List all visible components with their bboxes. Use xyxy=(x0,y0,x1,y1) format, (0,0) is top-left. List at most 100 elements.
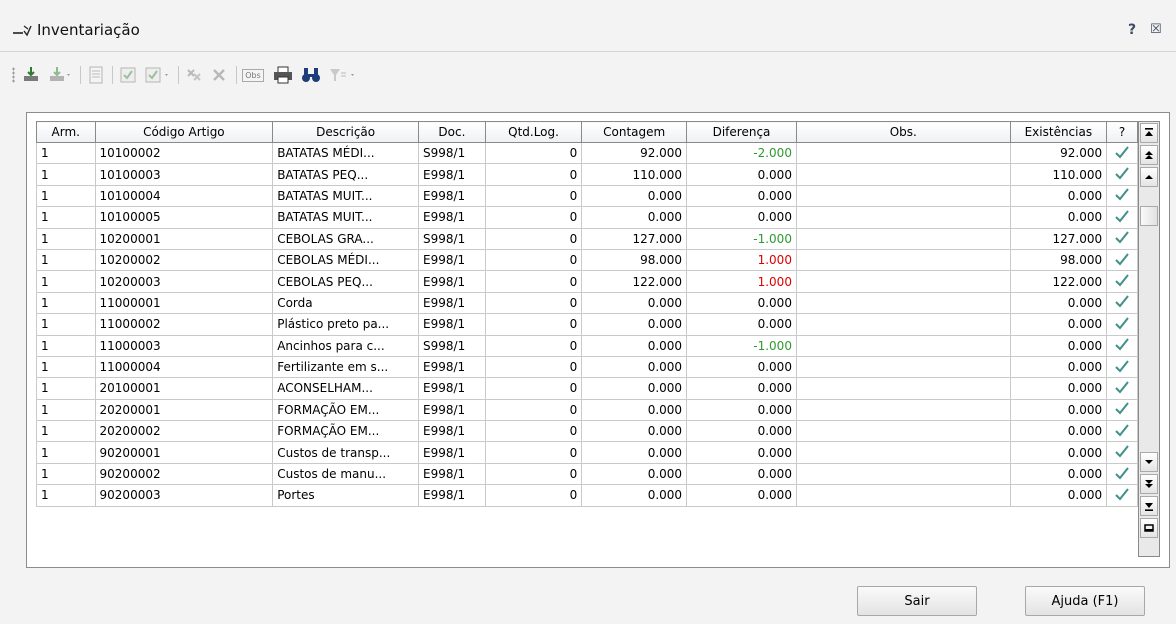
scroll-thumb[interactable] xyxy=(1140,206,1158,226)
cell-obs[interactable] xyxy=(795,141,1011,165)
cell-arm[interactable]: 1 xyxy=(36,420,96,443)
cell-contagem[interactable]: 0.000 xyxy=(581,355,688,379)
cell-diferenca[interactable]: 0.000 xyxy=(686,206,797,229)
cell-obs[interactable] xyxy=(795,184,1011,208)
toolbar-grip[interactable] xyxy=(12,67,15,83)
cell-status[interactable] xyxy=(1106,462,1138,486)
cell-doc[interactable]: S998/1 xyxy=(418,141,486,165)
last-page-icon[interactable] xyxy=(1140,496,1158,516)
find-icon[interactable] xyxy=(298,63,324,87)
cell-doc[interactable]: E998/1 xyxy=(418,163,486,186)
cell-obs[interactable] xyxy=(795,248,1011,272)
cell-diferenca[interactable]: 0.000 xyxy=(686,420,797,443)
cell-arm[interactable]: 1 xyxy=(36,163,96,186)
cell-status[interactable] xyxy=(1106,355,1138,379)
cell-contagem[interactable]: 110.000 xyxy=(581,163,688,186)
cell-qtd-log[interactable]: 0 xyxy=(484,377,583,400)
col-header-status[interactable]: ? xyxy=(1106,121,1138,143)
col-header-obs[interactable]: Obs. xyxy=(795,121,1011,143)
cell-doc[interactable]: E998/1 xyxy=(418,184,486,208)
check-list-dropdown-icon[interactable] xyxy=(142,63,174,87)
cell-diferenca[interactable]: -1.000 xyxy=(686,227,797,250)
cell-doc[interactable]: E998/1 xyxy=(418,377,486,400)
cell-diferenca[interactable]: 1.000 xyxy=(686,270,797,293)
table-row[interactable]: 1 10100004 BATATAS MUIT... E998/1 0 0.000 0.00… xyxy=(36,184,1138,208)
cell-qtd-log[interactable]: 0 xyxy=(484,248,583,272)
cell-obs[interactable] xyxy=(795,398,1011,422)
cell-arm[interactable]: 1 xyxy=(36,227,96,250)
cell-existencias[interactable]: 122.000 xyxy=(1009,270,1108,293)
vertical-scrollbar[interactable] xyxy=(1138,121,1160,557)
table-row[interactable]: 1 10200001 CEBOLAS GRA... S998/1 0 127.000 -1.… xyxy=(36,227,1138,250)
cell-qtd-log[interactable]: 0 xyxy=(484,270,583,293)
table-row[interactable]: 1 11000004 Fertilizante em s... E998/1 0 0.00… xyxy=(36,355,1138,379)
cell-descricao[interactable]: Fertilizante em s... xyxy=(272,355,420,379)
import-icon[interactable] xyxy=(20,63,42,87)
cell-codigo-artigo[interactable]: 10100003 xyxy=(94,163,274,186)
cell-qtd-log[interactable]: 0 xyxy=(484,291,583,315)
cell-descricao[interactable]: Portes xyxy=(272,484,420,507)
first-page-icon[interactable] xyxy=(1140,123,1158,143)
cell-obs[interactable] xyxy=(795,441,1011,464)
cell-diferenca[interactable]: -1.000 xyxy=(686,334,797,357)
col-header-diferenca[interactable]: Diferença xyxy=(686,121,797,143)
cell-arm[interactable]: 1 xyxy=(36,291,96,315)
cell-contagem[interactable]: 0.000 xyxy=(581,420,688,443)
cell-arm[interactable]: 1 xyxy=(36,184,96,208)
cell-codigo-artigo[interactable]: 11000002 xyxy=(94,313,274,336)
table-row[interactable]: 1 11000002 Plástico preto pa... E998/1 0 0.00… xyxy=(36,313,1138,336)
cell-codigo-artigo[interactable]: 90200001 xyxy=(94,441,274,464)
col-header-existencias[interactable]: Existências xyxy=(1009,121,1108,143)
cell-doc[interactable]: E998/1 xyxy=(418,441,486,464)
scroll-up-icon[interactable] xyxy=(1140,167,1158,187)
cell-obs[interactable] xyxy=(795,227,1011,250)
cell-qtd-log[interactable]: 0 xyxy=(484,441,583,464)
cell-arm[interactable]: 1 xyxy=(36,141,96,165)
cell-existencias[interactable]: 0.000 xyxy=(1009,441,1108,464)
cell-codigo-artigo[interactable]: 10200003 xyxy=(94,270,274,293)
cell-arm[interactable]: 1 xyxy=(36,398,96,422)
cell-contagem[interactable]: 0.000 xyxy=(581,313,688,336)
cell-diferenca[interactable]: -2.000 xyxy=(686,141,797,165)
table-row[interactable]: 1 10100005 BATATAS MUIT... E998/1 0 0.000 0.00… xyxy=(36,206,1138,229)
cell-arm[interactable]: 1 xyxy=(36,334,96,357)
cell-descricao[interactable]: BATATAS MUIT... xyxy=(272,206,420,229)
help-button[interactable]: Ajuda (F1) xyxy=(1025,586,1145,616)
cell-existencias[interactable]: 0.000 xyxy=(1009,206,1108,229)
cell-doc[interactable]: E998/1 xyxy=(418,291,486,315)
cell-status[interactable] xyxy=(1106,227,1138,250)
cell-status[interactable] xyxy=(1106,206,1138,229)
cell-obs[interactable] xyxy=(795,291,1011,315)
print-icon[interactable] xyxy=(270,63,296,87)
cell-diferenca[interactable]: 0.000 xyxy=(686,441,797,464)
cell-diferenca[interactable]: 0.000 xyxy=(686,377,797,400)
cell-doc[interactable]: E998/1 xyxy=(418,462,486,486)
cell-contagem[interactable]: 98.000 xyxy=(581,248,688,272)
cell-status[interactable] xyxy=(1106,334,1138,357)
cell-diferenca[interactable]: 0.000 xyxy=(686,313,797,336)
obs-icon[interactable]: Obs xyxy=(240,63,266,87)
cell-descricao[interactable]: Custos de manu... xyxy=(272,462,420,486)
cell-existencias[interactable]: 92.000 xyxy=(1009,141,1108,165)
cell-existencias[interactable]: 0.000 xyxy=(1009,355,1108,379)
cell-contagem[interactable]: 0.000 xyxy=(581,462,688,486)
cell-qtd-log[interactable]: 0 xyxy=(484,462,583,486)
cell-status[interactable] xyxy=(1106,484,1138,507)
cell-doc[interactable]: E998/1 xyxy=(418,398,486,422)
cell-descricao[interactable]: Plástico preto pa... xyxy=(272,313,420,336)
cell-contagem[interactable]: 0.000 xyxy=(581,184,688,208)
cell-contagem[interactable]: 122.000 xyxy=(581,270,688,293)
cell-descricao[interactable]: Ancinhos para c... xyxy=(272,334,420,357)
table-row[interactable]: 1 11000003 Ancinhos para c... S998/1 0 0.000-… xyxy=(36,334,1138,357)
cell-existencias[interactable]: 127.000 xyxy=(1009,227,1108,250)
cell-arm[interactable]: 1 xyxy=(36,206,96,229)
cell-contagem[interactable]: 0.000 xyxy=(581,206,688,229)
scroll-down-icon[interactable] xyxy=(1140,452,1158,472)
cell-doc[interactable]: E998/1 xyxy=(418,484,486,507)
table-row[interactable]: 1 20200001 FORMAÇÃO EM... E998/1 0 0.000 0.000… xyxy=(36,398,1138,422)
table-row[interactable]: 1 20200002 FORMAÇÃO EM... E998/1 0 0.000 0.000… xyxy=(36,420,1138,443)
delete-icon[interactable] xyxy=(182,63,206,87)
table-row[interactable]: 1 20100001 ACONSELHAM... E998/1 0 0.000 0.000 0… xyxy=(36,377,1138,400)
table-row[interactable]: 1 10100002 BATATAS MÉDI... S998/1 0 92.000 -2.… xyxy=(36,141,1138,165)
cell-qtd-log[interactable]: 0 xyxy=(484,313,583,336)
